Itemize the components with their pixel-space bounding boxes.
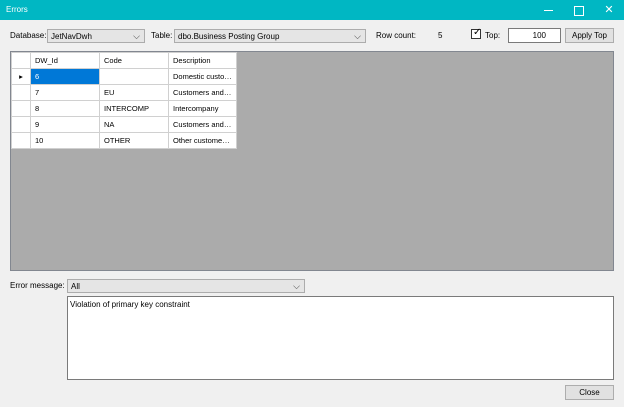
table-row[interactable]: ▸ 6 Domestic custom... <box>11 68 237 85</box>
database-label: Database: <box>10 31 47 40</box>
error-message-select[interactable]: All ⌵ <box>67 279 305 293</box>
table-row[interactable]: 7 EU Customers and v... <box>11 84 237 101</box>
table-value: dbo.Business Posting Group <box>178 32 280 41</box>
chevron-down-icon: ⌵ <box>354 31 361 41</box>
table-select[interactable]: dbo.Business Posting Group ⌵ <box>174 29 366 43</box>
table-row[interactable]: 8 INTERCOMP Intercompany <box>11 100 237 117</box>
top-checkbox[interactable]: ✓ <box>471 27 482 39</box>
minimize-icon <box>544 10 553 11</box>
table-cell[interactable]: INTERCOMP <box>99 100 169 117</box>
table-cell[interactable]: NA <box>99 116 169 133</box>
table-cell[interactable]: 6 <box>30 68 100 85</box>
minimize-button[interactable] <box>534 0 564 20</box>
table-cell[interactable]: EU <box>99 84 169 101</box>
row-count-label: Row count: <box>376 31 417 40</box>
row-header[interactable] <box>11 116 31 133</box>
column-header-code[interactable]: Code <box>99 52 169 69</box>
window-title: Errors <box>6 5 28 14</box>
table-cell[interactable]: 10 <box>30 132 100 149</box>
header-row: DW_Id Code Description <box>11 52 237 69</box>
row-header[interactable] <box>11 84 31 101</box>
table-cell[interactable]: Customers and v... <box>168 84 237 101</box>
error-message-label: Error message: <box>10 281 65 290</box>
apply-top-button[interactable]: Apply Top <box>565 28 614 43</box>
chevron-down-icon: ⌵ <box>133 31 140 41</box>
table-cell[interactable]: Intercompany <box>168 100 237 117</box>
close-button[interactable]: Close <box>565 385 614 400</box>
table-cell[interactable]: 9 <box>30 116 100 133</box>
table-cell[interactable]: Customers and V... <box>168 116 237 133</box>
title-bar: Errors ✕ <box>0 0 624 20</box>
table-row[interactable]: 10 OTHER Other customers ... <box>11 132 237 149</box>
database-value: JetNavDwh <box>51 32 92 41</box>
chevron-down-icon: ⌵ <box>293 281 300 291</box>
top-input[interactable]: 100 <box>508 28 561 43</box>
row-header[interactable] <box>11 132 31 149</box>
error-message-textarea[interactable]: Violation of primary key constraint <box>67 296 614 380</box>
close-icon: ✕ <box>604 4 614 16</box>
table-cell[interactable]: Domestic custom... <box>168 68 237 85</box>
table-cell[interactable]: 7 <box>30 84 100 101</box>
row-count-value: 5 <box>438 31 443 40</box>
top-input-value: 100 <box>532 31 546 40</box>
error-message-text: Violation of primary key constraint <box>70 300 190 309</box>
data-grid[interactable]: DW_Id Code Description ▸ 6 Domestic cust… <box>10 51 614 271</box>
row-header[interactable] <box>11 100 31 117</box>
maximize-button[interactable] <box>564 0 594 20</box>
table-cell[interactable]: Other customers ... <box>168 132 237 149</box>
maximize-icon <box>574 6 584 16</box>
top-label: Top: <box>485 31 501 40</box>
checkmark-icon: ✓ <box>473 27 482 38</box>
table-cell[interactable]: 8 <box>30 100 100 117</box>
column-header-dw-id[interactable]: DW_Id <box>30 52 100 69</box>
table-cell[interactable] <box>99 68 169 85</box>
table-row[interactable]: 9 NA Customers and V... <box>11 116 237 133</box>
results-table: DW_Id Code Description ▸ 6 Domestic cust… <box>11 52 237 149</box>
error-message-value: All <box>71 282 80 291</box>
close-window-button[interactable]: ✕ <box>594 0 624 20</box>
database-select[interactable]: JetNavDwh ⌵ <box>47 29 145 43</box>
table-label: Table: <box>151 31 173 40</box>
table-cell[interactable]: OTHER <box>99 132 169 149</box>
column-header-description[interactable]: Description <box>168 52 237 69</box>
current-row-icon: ▸ <box>11 68 31 85</box>
row-header-corner <box>11 52 31 69</box>
